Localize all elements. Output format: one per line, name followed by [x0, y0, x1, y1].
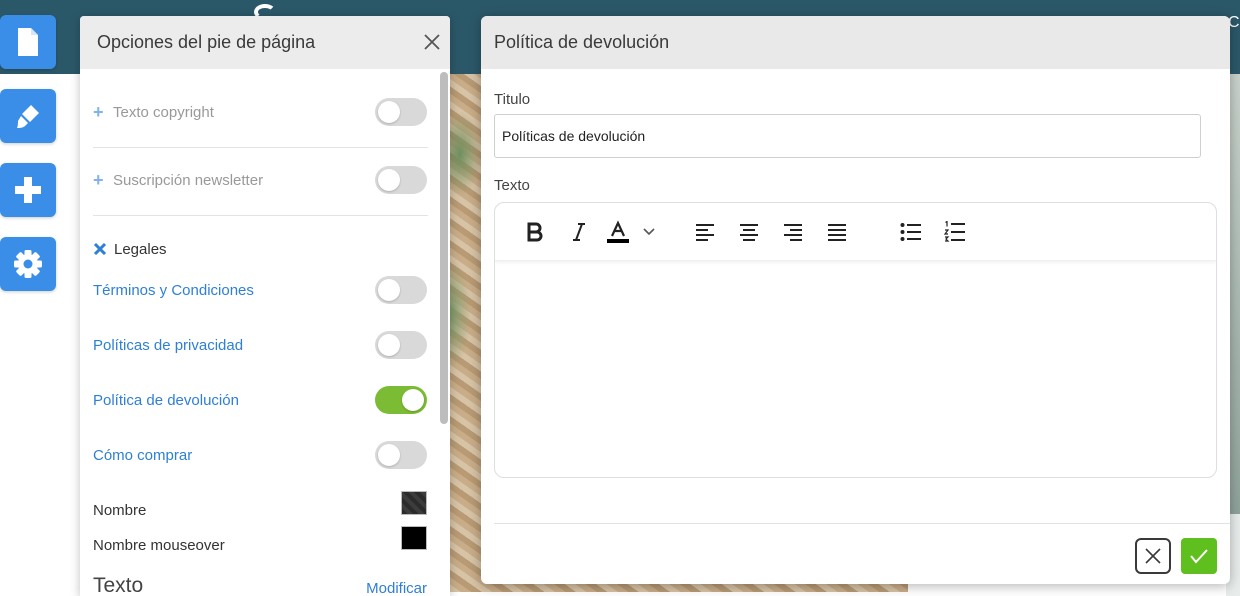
name-mouseover-color-swatch[interactable] — [401, 526, 427, 550]
numbered-list-icon — [944, 220, 965, 242]
italic-button[interactable] — [557, 214, 601, 250]
copyright-row: + Texto copyright — [93, 98, 427, 126]
bullet-list-button[interactable] — [889, 214, 933, 250]
legal-item: Cómo comprar — [93, 441, 427, 469]
legal-item: Política de devolución — [93, 386, 427, 414]
confirm-button[interactable] — [1181, 538, 1217, 574]
panel-title: Opciones del pie de página — [80, 16, 450, 69]
footer-options-panel: Opciones del pie de página + Texto copyr… — [80, 16, 450, 596]
align-justify-button[interactable] — [815, 214, 859, 250]
title-field-label: Titulo — [494, 91, 531, 108]
italic-icon — [573, 222, 585, 241]
bold-icon — [527, 222, 543, 241]
newsletter-toggle[interactable] — [375, 166, 427, 194]
design-button[interactable] — [0, 89, 56, 143]
text-field-label: Texto — [494, 177, 530, 194]
legal-section-header: Legales — [93, 238, 427, 260]
panel-scrollbar[interactable] — [440, 72, 448, 424]
return-policy-dialog: Política de devolución Titulo Texto — [481, 16, 1230, 584]
align-justify-icon — [828, 223, 846, 241]
privacy-link[interactable]: Políticas de privacidad — [93, 337, 243, 354]
pages-button[interactable] — [0, 15, 56, 69]
gear-icon — [14, 250, 42, 278]
settings-button[interactable] — [0, 237, 56, 291]
editor-toolbar — [495, 203, 1216, 261]
bold-button[interactable] — [513, 214, 557, 250]
bullet-list-icon — [900, 222, 921, 241]
numbered-list-button[interactable] — [933, 214, 977, 250]
name-label: Nombre — [93, 501, 147, 519]
chevron-down-icon — [643, 227, 655, 235]
text-color-icon — [607, 219, 629, 243]
dialog-title: Política de devolución — [481, 16, 1230, 69]
legal-item: Términos y Condiciones — [93, 276, 427, 304]
newsletter-label: Suscripción newsletter — [113, 171, 264, 189]
align-left-icon — [696, 223, 714, 241]
align-center-icon — [740, 223, 758, 241]
modify-link[interactable]: Modificar — [366, 580, 427, 596]
align-center-button[interactable] — [727, 214, 771, 250]
legal-label: Legales — [114, 240, 167, 258]
privacy-toggle[interactable] — [375, 331, 427, 359]
how-to-buy-link[interactable]: Cómo comprar — [93, 447, 192, 464]
align-right-button[interactable] — [771, 214, 815, 250]
brush-icon — [17, 105, 39, 128]
newsletter-row: + Suscripción newsletter — [93, 166, 427, 194]
text-color-dropdown[interactable] — [635, 214, 663, 250]
terms-link[interactable]: Términos y Condiciones — [93, 282, 254, 299]
close-icon[interactable] — [422, 32, 442, 52]
title-field[interactable] — [494, 114, 1201, 158]
name-mouseover-label: Nombre mouseover — [93, 536, 225, 554]
how-to-buy-toggle[interactable] — [375, 441, 427, 469]
dialog-footer-divider — [494, 523, 1230, 524]
return-policy-toggle[interactable] — [375, 386, 427, 414]
align-right-icon — [784, 223, 802, 241]
legal-item: Políticas de privacidad — [93, 331, 427, 359]
expand-plus-icon[interactable]: + — [93, 170, 107, 191]
name-color-swatch[interactable] — [401, 491, 427, 515]
check-icon — [1190, 549, 1208, 564]
cancel-button[interactable] — [1135, 538, 1171, 574]
align-left-button[interactable] — [683, 214, 727, 250]
name-mouseover-row: Nombre mouseover — [93, 526, 427, 557]
terms-toggle[interactable] — [375, 276, 427, 304]
name-color-row: Nombre — [93, 491, 427, 522]
plus-icon — [15, 177, 41, 203]
rich-text-editor[interactable] — [494, 202, 1217, 478]
text-color-button[interactable] — [601, 214, 635, 250]
text-heading: Texto — [93, 574, 144, 596]
add-button[interactable] — [0, 163, 56, 217]
expand-plus-icon[interactable]: + — [93, 102, 107, 123]
copyright-label: Texto copyright — [113, 103, 214, 121]
close-icon — [1145, 548, 1161, 564]
return-policy-link[interactable]: Política de devolución — [93, 392, 239, 409]
divider — [93, 147, 428, 148]
divider — [93, 215, 428, 216]
page-icon — [18, 28, 38, 56]
text-section-row: Texto Modificar — [93, 571, 427, 596]
collapse-x-icon[interactable] — [93, 242, 107, 256]
copyright-toggle[interactable] — [375, 98, 427, 126]
